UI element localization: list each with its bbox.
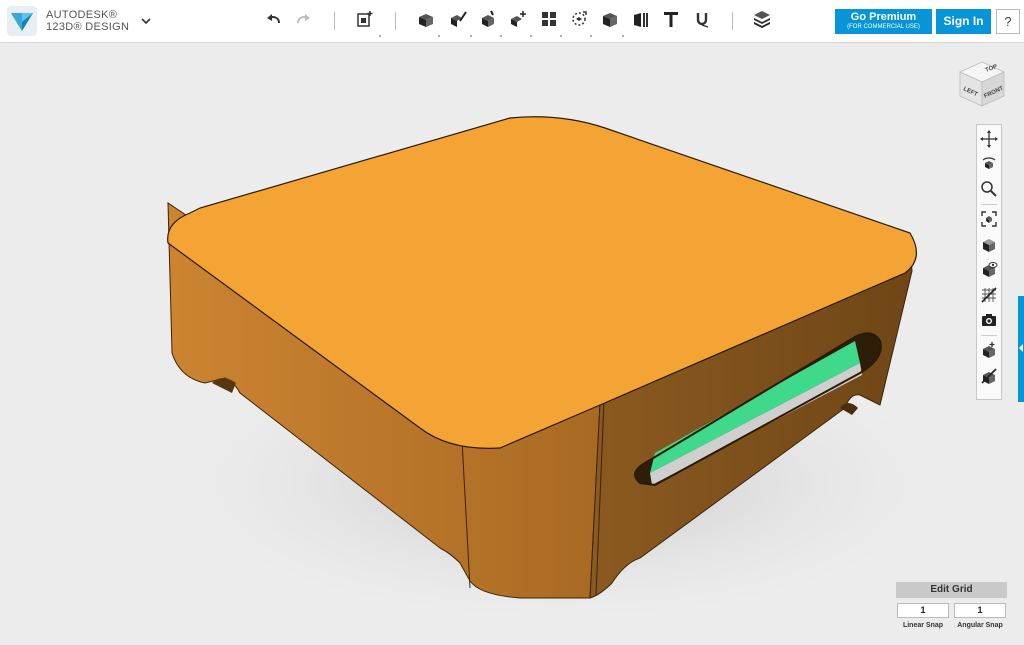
toolbar-divider <box>395 12 396 30</box>
product-name: 123D® DESIGN <box>46 21 130 33</box>
menu-indicator <box>379 35 381 37</box>
menu-indicator <box>590 35 592 37</box>
toolbar-divider <box>334 12 335 30</box>
navigation-bar <box>976 124 1002 400</box>
premium-label: Go Premium <box>850 11 917 23</box>
fit-icon[interactable] <box>980 210 998 228</box>
measure-icon[interactable] <box>600 9 620 29</box>
outline-mode-icon[interactable] <box>980 341 998 359</box>
redo-icon[interactable] <box>293 9 313 29</box>
angular-snap-field[interactable]: 1 <box>954 603 1006 618</box>
zoom-icon[interactable] <box>980 180 998 198</box>
menu-indicator <box>470 35 472 37</box>
sketch-icon[interactable] <box>416 9 436 29</box>
linear-snap-label: Linear Snap <box>902 622 944 629</box>
linear-snap-field[interactable]: 1 <box>897 603 949 618</box>
orbit-icon[interactable] <box>980 155 998 173</box>
model-canvas[interactable] <box>0 43 1024 640</box>
angular-snap-label: Angular Snap <box>957 622 1003 629</box>
hide-sketches-icon[interactable] <box>980 286 998 304</box>
undo-icon[interactable] <box>264 9 284 29</box>
grid-panel: Edit Grid 1 1 Linear Snap Angular Snap <box>896 582 1008 634</box>
go-premium-button[interactable]: Go Premium (FOR COMMERCIAL USE) <box>835 9 932 34</box>
chevron-left-icon[interactable] <box>1019 344 1023 352</box>
text-tool-icon[interactable] <box>631 9 651 29</box>
nav-divider <box>981 335 997 336</box>
premium-sublabel: (FOR COMMERCIAL USE) <box>847 24 920 30</box>
menu-indicator <box>438 35 440 37</box>
app-logo-icon[interactable] <box>7 6 37 36</box>
chevron-down-icon[interactable] <box>140 14 152 26</box>
visibility-icon[interactable] <box>980 261 998 279</box>
primitives-icon[interactable] <box>355 9 375 29</box>
top-toolbar: AUTODESK® 123D® DESIGN Go Premium (FOR C… <box>0 0 1024 43</box>
help-button[interactable]: ? <box>996 9 1020 34</box>
menu-indicator <box>560 35 562 37</box>
pattern-icon[interactable] <box>508 9 528 29</box>
sign-in-button[interactable]: Sign In <box>936 9 991 34</box>
layers-icon[interactable] <box>752 9 772 29</box>
hide-mesh-icon[interactable] <box>980 367 998 385</box>
edit-grid-button[interactable]: Edit Grid <box>896 582 1007 598</box>
materials-icon[interactable] <box>692 9 712 29</box>
menu-indicator <box>622 35 624 37</box>
brand-name: AUTODESK® <box>46 9 118 21</box>
combine-icon[interactable] <box>569 9 589 29</box>
nav-divider <box>981 204 997 205</box>
pan-icon[interactable] <box>980 130 998 148</box>
toolbar-divider <box>732 12 733 30</box>
snapshot-icon[interactable] <box>980 311 998 329</box>
menu-indicator <box>500 35 502 37</box>
modify-icon[interactable] <box>478 9 498 29</box>
view-materials-icon[interactable] <box>980 236 998 254</box>
snap-icon[interactable] <box>661 9 681 29</box>
menu-indicator <box>530 35 532 37</box>
viewcube[interactable]: TOP LEFT FRONT <box>950 54 1010 114</box>
construct-icon[interactable] <box>448 9 468 29</box>
grouping-icon[interactable] <box>539 9 559 29</box>
3d-viewport[interactable]: TOP LEFT FRONT Edit Grid 1 1 Linear Snap… <box>0 43 1024 640</box>
